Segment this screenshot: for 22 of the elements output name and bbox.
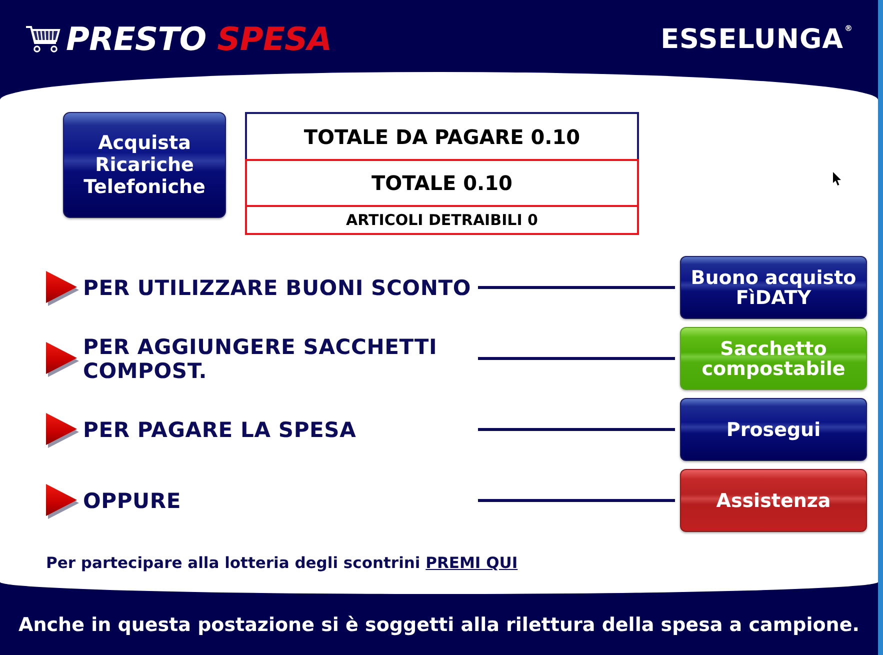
- total-cell: TOTALE DA PAGARE 0.10: [245, 112, 639, 159]
- option-button[interactable]: Buono acquisto FìDATY: [680, 256, 867, 319]
- mouse-pointer-icon: [833, 172, 842, 186]
- shopping-cart-icon: [25, 25, 61, 53]
- logo-wordmark: PRESTO SPESA: [66, 22, 332, 56]
- total-cell: TOTALE 0.10: [245, 159, 639, 205]
- option-button[interactable]: Prosegui: [680, 398, 867, 461]
- recharge-button[interactable]: Acquista Ricariche Telefoniche: [63, 112, 226, 218]
- option-label: PER PAGARE LA SPESA: [82, 418, 358, 442]
- option-label: PER AGGIUNGERE SACCHETTI COMPOST.: [82, 334, 438, 382]
- option-label: PER UTILIZZARE BUONI SCONTO: [82, 276, 472, 300]
- brand-logo: ESSELUNGA®: [660, 23, 853, 57]
- option-label: OPPURE: [82, 488, 182, 512]
- play-arrow-icon: [45, 412, 79, 448]
- total-cell: ARTICOLI DETRAIBILI 0: [245, 205, 639, 235]
- play-arrow-icon: [45, 482, 79, 518]
- inspection-notice: Anche in questa postazione si è soggetti alla rilettura della spesa a campione.: [18, 614, 860, 636]
- option-button[interactable]: Assistenza: [680, 469, 867, 532]
- lottery-notice: Per partecipare alla lotteria degli scontrini PREMI QUI: [46, 554, 519, 572]
- premi-qui-link[interactable]: PREMI QUI: [426, 554, 518, 572]
- play-arrow-icon: [45, 270, 79, 306]
- play-arrow-icon: [45, 340, 79, 376]
